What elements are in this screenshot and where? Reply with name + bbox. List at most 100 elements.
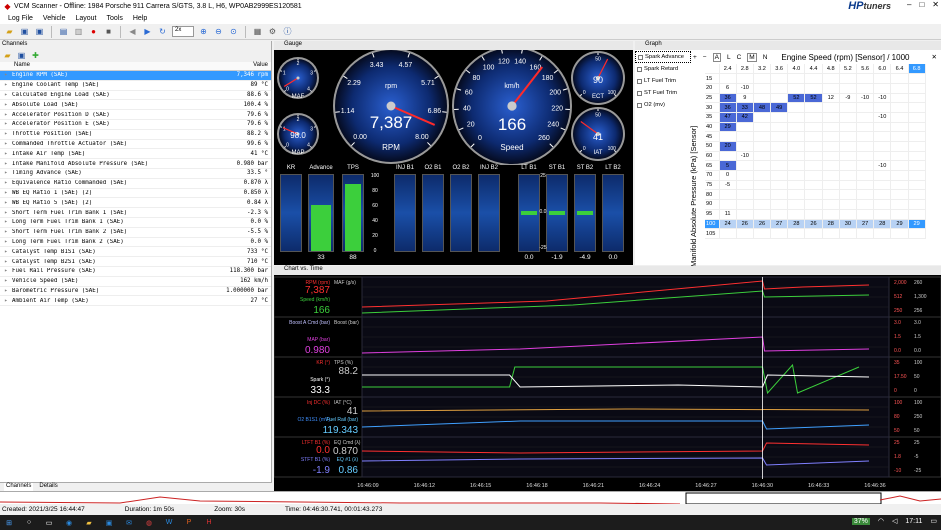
timeline-overview[interactable] [0,491,941,505]
grid-cell[interactable] [890,180,909,191]
save-channels-icon[interactable]: ▣ [16,50,27,61]
grid-cell[interactable] [719,199,737,210]
grid-cell[interactable] [787,73,806,84]
grid-cell[interactable] [890,141,909,152]
row-header[interactable]: 75 [705,180,720,191]
grid-cell[interactable] [753,122,772,133]
grid-cell[interactable]: 28 [787,219,806,230]
close-button[interactable]: ✕ [932,0,939,9]
refresh-icon[interactable]: ↻ [157,26,168,37]
grid-cell[interactable] [753,151,772,162]
grid-cell[interactable]: 52 [804,93,823,104]
grid-cell[interactable] [770,209,789,220]
grid-cell[interactable] [770,122,789,133]
task-view-icon[interactable]: ▭ [44,518,54,528]
channel-row[interactable]: ▸ Intake Air Temp (SAE) 41 °C [0,149,271,160]
table-list-item[interactable]: Spark Advance [635,51,691,63]
zoom-select[interactable]: 2x [172,26,194,37]
grid-cell[interactable]: -10 [736,83,754,94]
grid-cell[interactable] [822,141,840,152]
table-list-item[interactable]: LT Fuel Trim [635,75,691,87]
row-header[interactable]: 20 [705,83,720,94]
powerpoint-icon[interactable]: P [184,518,194,528]
grid-cell[interactable] [804,151,823,162]
channel-row[interactable]: ▸ Long Term Fuel Trim Bank 1 (SAE) 0.0 % [0,218,271,228]
grid-cell[interactable] [770,228,789,239]
grid-cell[interactable] [787,83,806,94]
grid-cell[interactable]: 30 [839,219,858,230]
grid-cell[interactable] [908,189,926,201]
row-header[interactable]: 70 [705,170,720,181]
grid-cell[interactable]: 27 [856,219,875,230]
grid-cell[interactable] [839,73,858,84]
grid-cell[interactable] [890,122,909,133]
grid-cell[interactable] [736,122,754,133]
grid-cell[interactable] [890,228,909,239]
zoom-fit-icon[interactable]: ⊙ [228,26,239,37]
column-header[interactable]: 3.6 [770,64,789,75]
grid-cell[interactable] [839,122,858,133]
grid-cell[interactable] [822,131,840,142]
auto-button[interactable]: A [712,52,721,62]
grid-cell[interactable] [804,189,823,201]
grid-cell[interactable]: 28 [822,219,840,230]
grid-cell[interactable] [873,189,892,201]
grid-cell[interactable] [787,102,806,113]
grid-cell[interactable]: -10 [873,112,892,123]
connect-icon[interactable]: ▤ [58,26,69,37]
column-header[interactable]: 2.8 [736,64,754,75]
grid-cell[interactable] [770,83,789,94]
grid-cell[interactable] [804,83,823,94]
c-button[interactable]: C [737,54,742,61]
grid-cell[interactable] [753,83,772,94]
grid-cell[interactable]: 9 [736,93,754,104]
minimize-button[interactable]: – [907,0,911,9]
grid-cell[interactable] [770,141,789,152]
grid-cell[interactable] [856,199,875,210]
grid-cell[interactable] [787,122,806,133]
grid-cell[interactable] [787,209,806,220]
channel-row[interactable]: ▸ Short Term Fuel Trim Bank 2 (SAE) -5.5 % [0,228,271,238]
grid-cell[interactable]: -10 [873,160,892,172]
grid-cell[interactable]: 20 [719,141,737,152]
grid-cell[interactable]: 28 [873,219,892,230]
zoom-in-icon[interactable]: ⊕ [198,26,209,37]
grid-cell[interactable] [787,180,806,191]
grid-cell[interactable] [839,199,858,210]
stop-icon[interactable]: ■ [103,26,114,37]
grid-cell[interactable] [873,131,892,142]
grid-cell[interactable] [839,112,858,123]
menu-help[interactable]: Help [133,15,147,22]
column-header[interactable]: 5.6 [856,64,875,75]
grid-cell[interactable] [787,160,806,172]
grid-cell[interactable] [736,228,754,239]
grid-cell[interactable] [839,102,858,113]
row-header[interactable]: 50 [705,141,720,152]
row-header[interactable]: 80 [705,189,720,201]
grid-cell[interactable] [804,160,823,172]
grid-cell[interactable]: 49 [770,102,789,113]
grid-cell[interactable]: 26 [736,219,754,230]
grid-cell[interactable] [908,180,926,191]
grid-cell[interactable] [873,102,892,113]
grid-cell[interactable]: -10 [736,151,754,162]
grid-cell[interactable] [856,141,875,152]
grid-cell[interactable] [908,151,926,162]
grid-cell[interactable] [736,180,754,191]
grid-cell[interactable] [839,141,858,152]
column-header[interactable]: 6.0 [873,64,892,75]
grid-cell[interactable]: 33 [736,102,754,113]
grid-cell[interactable] [908,122,926,133]
grid-cell[interactable] [908,170,926,181]
grid-cell[interactable]: 24 [719,219,737,230]
grid-cell[interactable] [856,131,875,142]
grid-cell[interactable] [753,73,772,84]
grid-cell[interactable] [908,83,926,94]
grid-cell[interactable] [890,160,909,172]
windows-start-icon[interactable]: ⊞ [4,518,14,528]
grid-cell[interactable] [839,228,858,239]
grid-cell[interactable] [719,73,737,84]
grid-cell[interactable] [873,228,892,239]
gauge-panel-title[interactable]: Gauge [274,41,633,50]
grid-cell[interactable] [804,131,823,142]
